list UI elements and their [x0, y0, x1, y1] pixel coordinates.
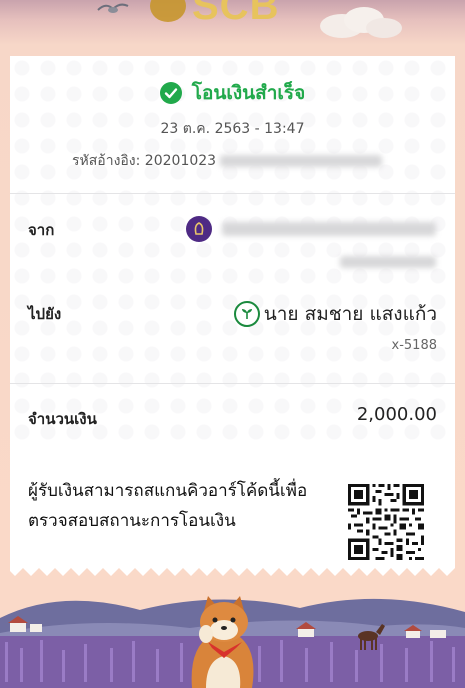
scb-logo: SCB	[150, 0, 279, 26]
scb-logo-text: SCB	[192, 0, 280, 28]
qr-section: ผู้รับเงินสามารถสแกนคิวอาร์โค้ดนี้เพื่อต…	[10, 440, 455, 566]
reference-label: รหัสอ้างอิง: 20201023	[72, 153, 217, 169]
reference-line: รหัสอ้างอิง: 20201023	[72, 150, 383, 172]
scb-bank-icon	[186, 216, 212, 242]
lavender-field-illustration	[0, 596, 465, 688]
recipient-account: x-5188	[391, 338, 437, 353]
amount-label: จำนวนเงิน	[28, 410, 97, 428]
kbank-bank-icon	[234, 301, 260, 327]
bird-illustration	[97, 3, 129, 13]
receipt-zigzag-edge	[10, 564, 455, 576]
status-row: โอนเงินสำเร็จ	[10, 78, 455, 108]
check-circle-icon	[159, 82, 182, 104]
to-label: ไปยัง	[28, 305, 62, 323]
qr-instruction-text: ผู้รับเงินสามารถสแกนคิวอาร์โค้ดนี้เพื่อต…	[28, 481, 308, 531]
status-text: โอนเงินสำเร็จ	[191, 82, 306, 104]
from-label: จาก	[28, 221, 55, 239]
divider	[10, 383, 455, 384]
from-account-name-redacted	[222, 222, 436, 236]
amount-value: 2,000.00	[356, 404, 437, 425]
reference-redacted	[220, 155, 383, 167]
transaction-datetime: 23 ต.ค. 2563 - 13:47	[160, 121, 305, 137]
recipient-name: นาย สมชาย แสงแก้ว	[263, 303, 437, 325]
transfer-receipt: โอนเงินสำเร็จ 23 ต.ค. 2563 - 13:47 รหัสอ…	[10, 56, 455, 566]
from-account-number-redacted	[340, 256, 436, 268]
scb-logo-mark	[150, 0, 186, 22]
qr-code-icon[interactable]	[348, 484, 424, 560]
cloud-illustration	[320, 7, 402, 38]
top-banner: SCB	[0, 0, 465, 60]
divider	[10, 193, 455, 194]
